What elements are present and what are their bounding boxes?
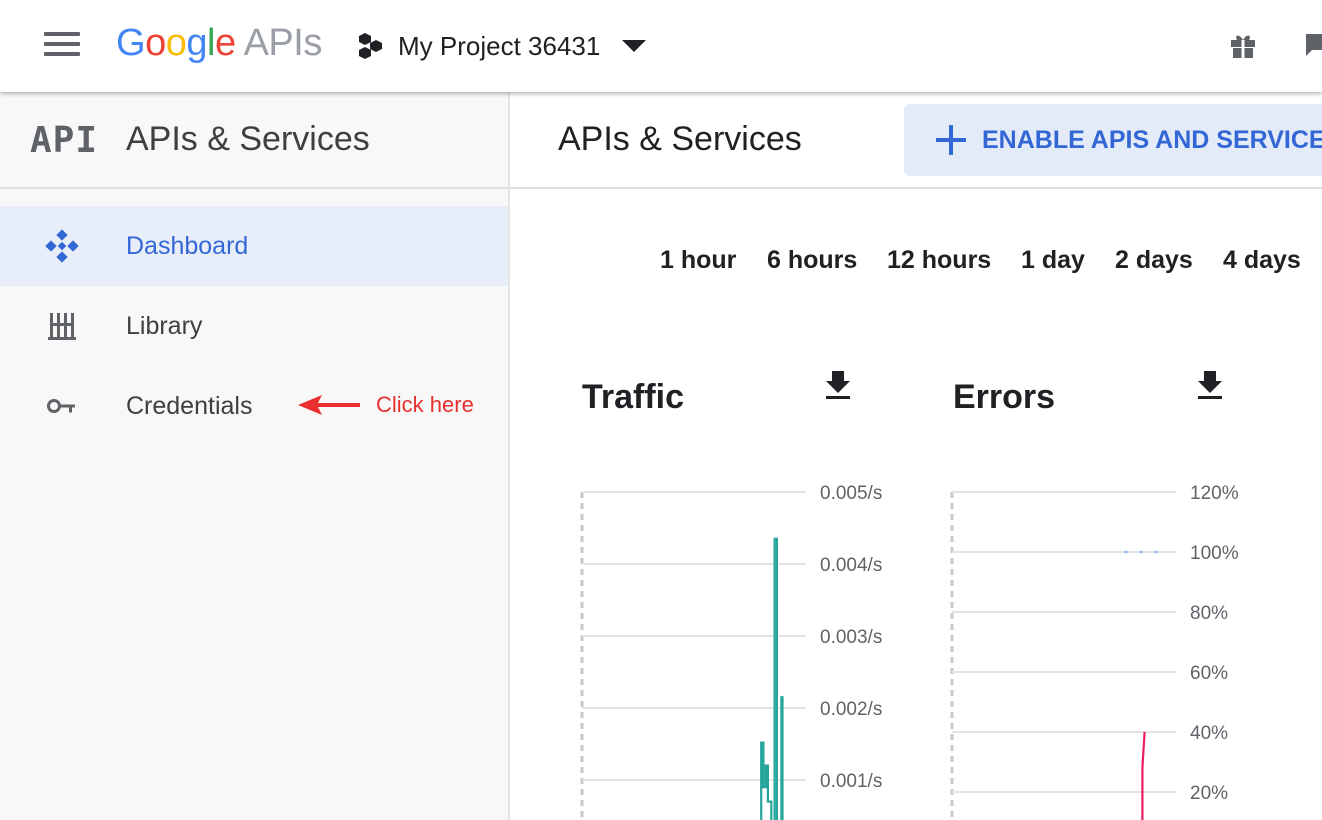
traffic-chart: 0.005/s 0.004/s 0.003/s 0.002/s 0.001/s <box>576 482 896 820</box>
top-bar: Google APIs My Project 36431 <box>0 0 1322 92</box>
library-icon <box>44 308 80 344</box>
y-tick-label: 20% <box>1190 783 1228 804</box>
errors-chart: 120% 100% 80% 60% 40% 20% <box>946 482 1266 820</box>
click-here-annotation: Click here <box>298 392 474 418</box>
logo-apis-text: APIs <box>243 22 323 64</box>
dashboard-diamond-icon <box>44 228 80 264</box>
project-hexagons-icon <box>359 33 382 59</box>
y-tick-label: 0.004/s <box>820 555 882 576</box>
logo-letter: o <box>145 22 166 64</box>
sidebar-item-dashboard[interactable]: Dashboard <box>0 206 508 286</box>
sidebar-item-label: Credentials <box>126 391 253 420</box>
page-title: APIs & Services <box>558 120 802 158</box>
sidebar: API APIs & Services Dashboard Library Cr… <box>0 92 510 820</box>
chart-svg: 120% 100% 80% 60% 40% 20% <box>950 483 1239 820</box>
y-tick-label: 0.003/s <box>820 627 882 648</box>
sidebar-header: API APIs & Services <box>0 92 508 189</box>
time-range-option[interactable]: 1 hour <box>660 246 736 275</box>
chat-icon[interactable] <box>1302 30 1322 60</box>
key-icon <box>44 388 80 424</box>
time-range-option[interactable]: 6 hours <box>767 246 857 275</box>
y-tick-label: 0.001/s <box>820 771 882 792</box>
main-header: APIs & Services ENABLE APIS AND SERVICES <box>510 92 1322 189</box>
y-tick-label: 80% <box>1190 603 1228 624</box>
gift-icon[interactable] <box>1228 30 1258 60</box>
enable-apis-label: ENABLE APIS AND SERVICES <box>982 125 1322 154</box>
google-wordmark: Google <box>116 22 236 64</box>
api-logo-icon: API <box>30 120 99 161</box>
menu-icon[interactable] <box>40 30 84 60</box>
sidebar-item-label: Library <box>126 311 203 340</box>
sidebar-item-library[interactable]: Library <box>0 286 508 366</box>
logo-letter: l <box>206 22 215 64</box>
time-range-option[interactable]: 2 days <box>1115 246 1193 275</box>
errors-chart-title: Errors <box>953 378 1056 416</box>
sidebar-item-label: Dashboard <box>126 231 249 260</box>
logo-letter: G <box>116 22 146 64</box>
y-tick-label: 100% <box>1190 543 1239 564</box>
download-icon[interactable] <box>1196 369 1224 401</box>
dropdown-arrow-icon <box>622 40 647 52</box>
main-content: APIs & Services ENABLE APIS AND SERVICES… <box>510 92 1322 820</box>
click-here-label: Click here <box>376 392 474 417</box>
y-tick-label: 120% <box>1190 483 1239 504</box>
time-range-option[interactable]: 4 days <box>1223 246 1301 275</box>
logo-letter: g <box>186 22 207 64</box>
series-line <box>1141 731 1146 820</box>
y-tick-label: 40% <box>1190 723 1228 744</box>
red-arrow-icon <box>298 395 360 415</box>
time-range-option[interactable]: 1 day <box>1021 246 1085 275</box>
google-apis-logo[interactable]: Google APIs <box>116 18 322 68</box>
y-tick-label: 0.002/s <box>820 699 882 720</box>
sidebar-title: APIs & Services <box>126 120 370 158</box>
y-tick-label: 60% <box>1190 663 1228 684</box>
download-icon[interactable] <box>824 369 852 401</box>
plus-icon <box>934 123 968 157</box>
series-line <box>760 537 784 820</box>
project-selector[interactable]: My Project 36431 <box>356 28 647 64</box>
project-name: My Project 36431 <box>398 30 601 61</box>
logo-letter: o <box>165 22 187 64</box>
logo-letter: e <box>214 22 236 64</box>
y-tick-label: 0.005/s <box>820 483 882 504</box>
traffic-chart-title: Traffic <box>582 378 685 416</box>
enable-apis-button[interactable]: ENABLE APIS AND SERVICES <box>904 104 1322 176</box>
time-range-option[interactable]: 12 hours <box>887 246 991 275</box>
chart-svg: 0.005/s 0.004/s 0.003/s 0.002/s 0.001/s <box>580 483 882 820</box>
